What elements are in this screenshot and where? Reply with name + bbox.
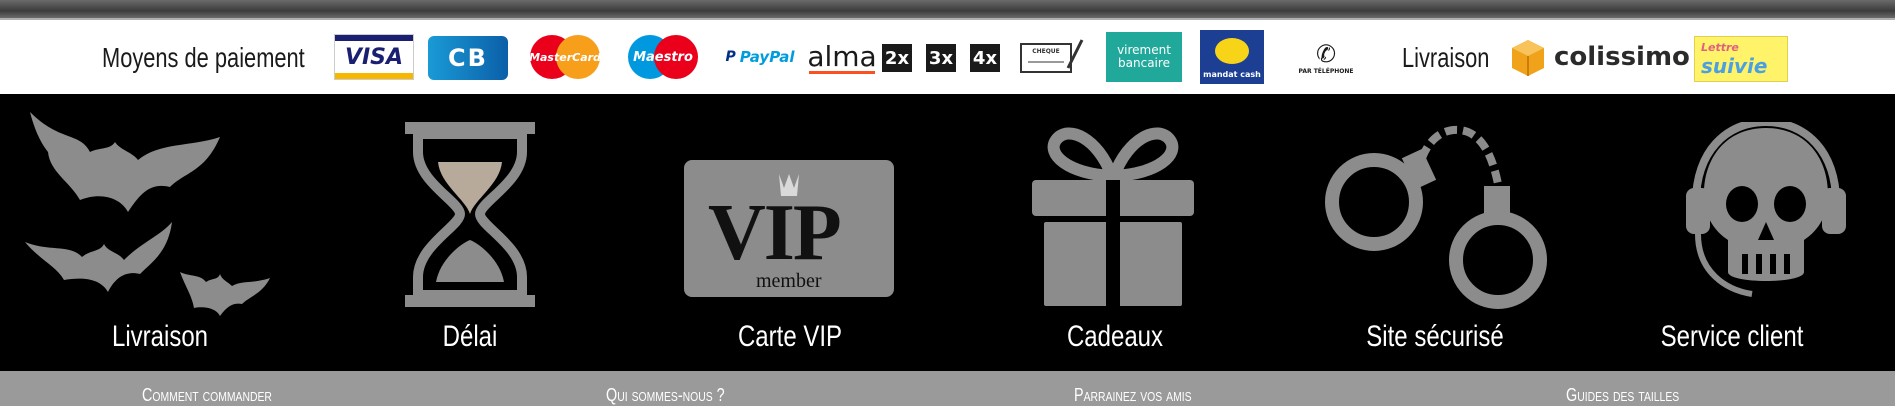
- hourglass-icon: [405, 122, 535, 307]
- top-decorative-bar: [0, 0, 1895, 20]
- delivery-label: Livraison: [1402, 42, 1490, 73]
- link-qui-sommes-nous[interactable]: Qui sommes-nous ?: [606, 385, 725, 406]
- payment-methods-strip: Moyens de paiement VISA CB MasterCard Ma…: [0, 22, 1895, 94]
- payment-methods-label: Moyens de paiement: [102, 42, 305, 73]
- parcel-icon: [1512, 40, 1544, 76]
- alma-3x-badge: 3x: [926, 44, 956, 72]
- skull-headset-icon: [1686, 122, 1846, 297]
- maestro-logo: Maestro: [622, 34, 704, 80]
- visa-logo: VISA: [334, 34, 414, 80]
- phone-payment-logo: ✆ PAR TÉLÉPHONE: [1298, 39, 1354, 75]
- alma-2x-badge: 2x: [882, 44, 912, 72]
- feature-label-service-client: Service client: [1660, 320, 1804, 353]
- mandat-cash-logo: mandat cash: [1200, 30, 1264, 84]
- feature-carte-vip[interactable]: VIP member Carte VIP: [620, 94, 960, 371]
- feature-site-securise[interactable]: Site sécurisé: [1270, 94, 1600, 371]
- link-comment-commander[interactable]: Comment commander: [142, 385, 272, 406]
- phone-icon: ✆: [1315, 39, 1337, 68]
- lettre-suivie-logo: Lettre suivie: [1694, 36, 1788, 82]
- feature-livraison[interactable]: Livraison: [0, 94, 320, 371]
- feature-label-delai: Délai: [442, 320, 498, 353]
- cheque-logo: CHEQUE: [1020, 38, 1084, 76]
- feature-label-carte-vip: Carte VIP: [737, 320, 843, 353]
- link-guides-des-tailles[interactable]: Guides des tailles: [1566, 385, 1679, 406]
- alma-4x-badge: 4x: [970, 44, 1000, 72]
- feature-label-site-securise: Site sécurisé: [1366, 320, 1504, 353]
- paypal-logo: P PayPal: [725, 48, 795, 66]
- feature-label-livraison: Livraison: [111, 320, 209, 353]
- cb-logo: CB: [428, 36, 508, 80]
- feature-label-cadeaux: Cadeaux: [1066, 320, 1164, 353]
- virement-bancaire-logo: virement bancaire: [1106, 32, 1182, 82]
- handcuffs-icon: [1325, 125, 1547, 309]
- vip-card-icon: VIP member: [684, 160, 894, 297]
- colissimo-logo: colissimo: [1510, 36, 1690, 80]
- alma-logo: alma: [807, 40, 877, 74]
- feature-service-client[interactable]: Service client: [1600, 94, 1895, 371]
- gift-icon: [1032, 127, 1194, 306]
- feature-delai[interactable]: Délai: [320, 94, 620, 371]
- bats-icon: [25, 112, 270, 316]
- features-band: Livraison Délai VIP member Carte VIP Cad…: [0, 94, 1895, 371]
- link-parrainez-vos-amis[interactable]: Parrainez vos amis: [1074, 385, 1192, 406]
- mastercard-logo: MasterCard: [524, 34, 606, 80]
- footer-links-bar: Comment commander Qui sommes-nous ? Parr…: [0, 371, 1895, 406]
- feature-cadeaux[interactable]: Cadeaux: [960, 94, 1270, 371]
